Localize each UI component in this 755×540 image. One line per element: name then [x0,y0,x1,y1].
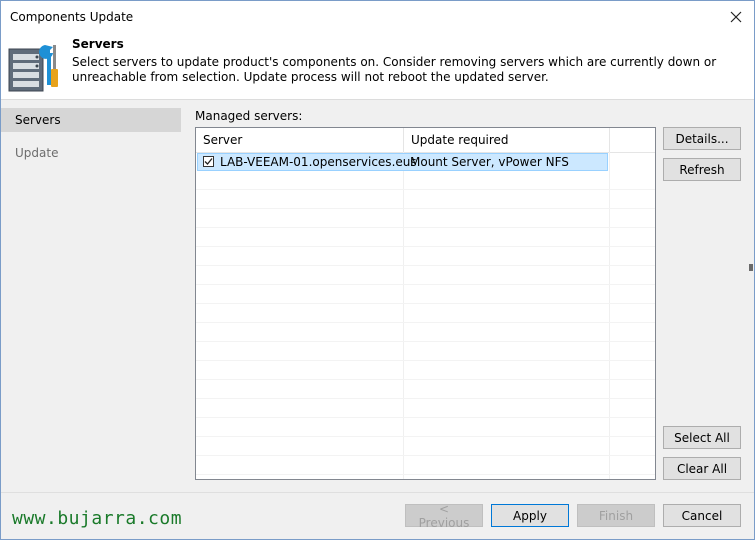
update-required-cell: Mount Server, vPower NFS [410,155,569,169]
column-divider [403,152,404,479]
details-button[interactable]: Details... [663,127,741,150]
row-line [196,360,655,361]
column-divider [609,152,610,479]
row-checkbox[interactable] [203,156,214,167]
watermark-text: www.bujarra.com [12,508,183,529]
row-line [196,379,655,380]
row-line [196,284,655,285]
select-all-button[interactable]: Select All [663,426,741,449]
row-line [196,322,655,323]
row-line [196,246,655,247]
finish-button[interactable]: Finish [577,504,655,527]
row-line [196,417,655,418]
table-row[interactable]: LAB-VEEAM-01.openservices.eus Mount Serv… [197,153,608,171]
column-server[interactable]: Server [196,128,404,152]
servers-grid[interactable]: Server Update required LAB-VEEAM-01.open… [195,127,656,480]
step-update[interactable]: Update [1,141,181,165]
wizard-header: Servers Select servers to update product… [1,33,754,100]
window-title: Components Update [10,10,134,24]
row-line [196,474,655,475]
footer-divider [1,492,754,493]
wizard-steps: Servers Update [1,100,181,492]
components-update-window: Components Update Servers Select servers… [0,0,755,540]
row-line [196,398,655,399]
row-line [196,189,655,190]
step-title: Servers [72,37,124,51]
row-line [196,341,655,342]
managed-servers-label: Managed servers: [195,109,303,123]
server-tools-icon [8,45,58,92]
server-name-cell: LAB-VEEAM-01.openservices.eus [220,155,417,169]
row-line [196,208,655,209]
refresh-button[interactable]: Refresh [663,158,741,181]
clear-all-button[interactable]: Clear All [663,457,741,480]
row-line [196,436,655,437]
grid-header: Server Update required [196,128,655,153]
row-line [196,227,655,228]
column-update-required[interactable]: Update required [404,128,610,152]
row-line [196,455,655,456]
close-icon [730,11,742,23]
close-button[interactable] [724,6,748,28]
cancel-button[interactable]: Cancel [663,504,741,527]
title-bar: Components Update [1,1,754,33]
resize-marker [749,264,753,271]
row-line [196,303,655,304]
row-line [196,265,655,266]
previous-button[interactable]: < Previous [405,502,483,530]
step-description: Select servers to update product's compo… [72,55,717,84]
step-servers[interactable]: Servers [1,108,181,132]
apply-button[interactable]: Apply [491,504,569,527]
checkmark-icon [204,158,213,165]
